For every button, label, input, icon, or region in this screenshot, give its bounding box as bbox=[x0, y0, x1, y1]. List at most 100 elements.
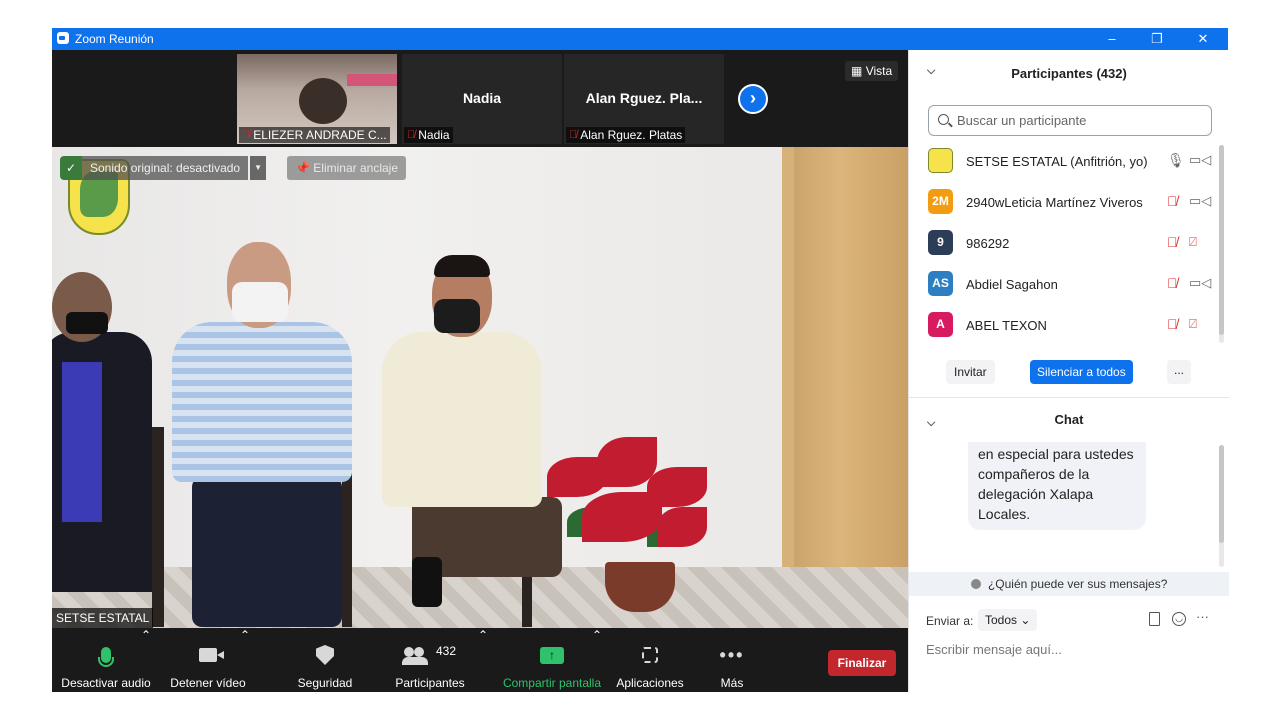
view-button[interactable]: ▦ Vista bbox=[845, 61, 899, 81]
who-can-see-link[interactable]: ¿Quién puede ver sus mensajes? bbox=[909, 572, 1229, 596]
chat-title: Chat bbox=[1054, 412, 1084, 427]
person-left bbox=[52, 272, 162, 622]
chat-message-input[interactable]: Escribir mensaje aquí... bbox=[926, 642, 1062, 657]
camera-icon[interactable]: ▭◁ bbox=[1189, 152, 1211, 168]
who-can-see-label: ¿Quién puede ver sus mensajes? bbox=[987, 577, 1168, 591]
participant-row[interactable]: 9 986292 🎙̸ ⍁ bbox=[909, 223, 1219, 264]
video-tile-alan[interactable]: Alan Rguez. Pla... 🎙̸ Alan Rguez. Platas bbox=[564, 54, 724, 144]
tile-label: 🎙̸ Nadia bbox=[404, 127, 453, 143]
participant-name: 986292 bbox=[966, 236, 1010, 251]
share-options-chevron-icon[interactable]: ⌃ bbox=[592, 628, 602, 692]
muted-mic-icon: 🎙̸ bbox=[242, 129, 251, 141]
mute-audio-button[interactable]: Desactivar audio bbox=[60, 628, 152, 692]
participant-name: ABEL TEXON bbox=[966, 318, 1047, 333]
participant-name: 2940wLeticia Martínez Viveros bbox=[966, 195, 1143, 210]
participant-row[interactable]: 2M 2940wLeticia Martínez Viveros 🎙̸ ▭◁ bbox=[909, 182, 1219, 223]
muted-mic-icon[interactable]: 🎙̸ bbox=[1167, 275, 1178, 291]
end-meeting-button[interactable]: Finalizar bbox=[828, 650, 896, 676]
mute-all-button[interactable]: Silenciar a todos bbox=[1030, 360, 1133, 384]
more-options-button[interactable]: ... bbox=[1167, 360, 1191, 384]
video-tile-eliezer[interactable]: 🎙̸ ELIEZER ANDRADE C... bbox=[237, 54, 397, 144]
video-door bbox=[794, 147, 908, 577]
participants-count: 432 bbox=[435, 644, 457, 658]
search-placeholder: Buscar un participante bbox=[957, 113, 1087, 128]
unpin-button[interactable]: 📌 Eliminar anclaje bbox=[287, 156, 406, 180]
original-sound-label[interactable]: Sonido original: desactivado bbox=[82, 156, 249, 180]
muted-mic-icon: 🎙̸ bbox=[569, 129, 578, 141]
speaker-name-label: SETSE ESTATAL bbox=[52, 608, 154, 628]
pin-icon: 📌 bbox=[295, 161, 310, 175]
avatar: 9 bbox=[928, 230, 953, 255]
tile-name: ELIEZER ANDRADE C... bbox=[253, 128, 387, 142]
participant-video bbox=[299, 78, 347, 124]
participants-options-chevron-icon[interactable]: ⌃ bbox=[478, 628, 488, 692]
active-speaker-video: ✓ Sonido original: desactivado ▼ 📌 Elimi… bbox=[52, 147, 908, 628]
security-button[interactable]: Seguridad bbox=[287, 628, 363, 692]
more-dots-icon[interactable]: ··· bbox=[1196, 609, 1209, 624]
participants-button[interactable]: 432 Participantes bbox=[387, 628, 473, 692]
file-icon[interactable] bbox=[1149, 612, 1160, 626]
participant-row[interactable]: SETSE ESTATAL (Anfitrión, yo) 🎙 ▭◁ bbox=[909, 141, 1219, 182]
tile-name: Alan Rguez. Platas bbox=[580, 128, 683, 142]
share-screen-button[interactable]: ↑ Compartir pantalla bbox=[498, 628, 606, 692]
restore-button[interactable]: ❐ bbox=[1142, 29, 1172, 49]
meeting-area: 🎙̸ ELIEZER ANDRADE C... Nadia 🎙̸ Nadia A… bbox=[52, 50, 908, 692]
more-label: Más bbox=[720, 676, 744, 690]
more-button[interactable]: ••• Más bbox=[706, 628, 758, 692]
send-to-label: Enviar a: bbox=[926, 614, 974, 628]
more-dots-icon: ••• bbox=[719, 644, 745, 665]
search-icon bbox=[938, 114, 949, 125]
chat-header: ⌵ Chat bbox=[909, 402, 1229, 438]
title-bar: Zoom Reunión – ❐ ✕ bbox=[52, 28, 1228, 50]
emoji-icon[interactable]: ◡ bbox=[1172, 612, 1186, 626]
camera-off-icon[interactable]: ⍁ bbox=[1189, 316, 1197, 332]
video-background bbox=[347, 74, 397, 86]
camera-off-icon[interactable]: ⍁ bbox=[1189, 234, 1197, 250]
chat-scrollbar[interactable] bbox=[1219, 445, 1224, 567]
unpin-label: Eliminar anclaje bbox=[313, 161, 398, 175]
participant-actions: Invitar Silenciar a todos ... bbox=[909, 357, 1229, 389]
invite-button[interactable]: Invitar bbox=[946, 360, 995, 384]
chevron-down-icon[interactable]: ▼ bbox=[250, 156, 267, 180]
participant-row[interactable]: AS Abdiel Sagahon 🎙̸ ▭◁ bbox=[909, 264, 1219, 305]
apps-label: Aplicaciones bbox=[616, 676, 684, 690]
window-title: Zoom Reunión bbox=[75, 32, 154, 46]
security-shield-icon: ✓ bbox=[60, 156, 82, 180]
audio-options-chevron-icon[interactable]: ⌃ bbox=[141, 628, 151, 692]
video-options-chevron-icon[interactable]: ⌃ bbox=[240, 628, 250, 692]
minimize-button[interactable]: – bbox=[1097, 29, 1127, 49]
camera-icon bbox=[199, 648, 224, 662]
tile-label: 🎙̸ ELIEZER ANDRADE C... bbox=[239, 127, 390, 143]
participants-scrollbar[interactable] bbox=[1219, 145, 1224, 343]
participant-name: Abdiel Sagahon bbox=[966, 277, 1058, 292]
send-to-dropdown[interactable]: Todos ⌄ bbox=[978, 609, 1038, 631]
apps-button[interactable]: Aplicaciones bbox=[612, 628, 688, 692]
camera-icon[interactable]: ▭◁ bbox=[1189, 275, 1211, 291]
meeting-toolbar: Desactivar audio ⌃ Detener vídeo ⌃ Segur… bbox=[52, 628, 908, 692]
microphone-icon bbox=[98, 647, 114, 667]
person-icon bbox=[970, 579, 981, 589]
next-page-button[interactable]: › bbox=[738, 84, 768, 114]
person-middle bbox=[172, 242, 362, 628]
muted-mic-icon[interactable]: 🎙̸ bbox=[1167, 193, 1178, 209]
participant-row[interactable]: A ABEL TEXON 🎙̸ ⍁ bbox=[909, 305, 1219, 346]
close-button[interactable]: ✕ bbox=[1188, 29, 1218, 49]
tile-label: 🎙̸ Alan Rguez. Platas bbox=[566, 127, 686, 143]
shield-icon bbox=[316, 645, 334, 665]
poinsettia-plant bbox=[527, 437, 727, 617]
zoom-logo-icon bbox=[57, 32, 69, 44]
participant-search-input[interactable]: Buscar un participante bbox=[928, 105, 1212, 136]
tile-name: Nadia bbox=[418, 128, 450, 142]
send-to-value: Todos bbox=[985, 613, 1018, 627]
mic-icon[interactable]: 🎙 bbox=[1167, 152, 1185, 169]
grid-icon: ▦ bbox=[851, 64, 863, 78]
muted-mic-icon[interactable]: 🎙̸ bbox=[1167, 316, 1178, 332]
muted-mic-icon: 🎙̸ bbox=[407, 129, 416, 141]
tile-display-name: Nadia bbox=[462, 90, 502, 106]
muted-mic-icon[interactable]: 🎙̸ bbox=[1167, 234, 1178, 250]
camera-icon[interactable]: ▭◁ bbox=[1189, 193, 1211, 209]
video-tile-nadia[interactable]: Nadia 🎙̸ Nadia bbox=[402, 54, 562, 144]
avatar: 2M bbox=[928, 189, 953, 214]
zoom-window: Zoom Reunión – ❐ ✕ 🎙̸ ELIEZER ANDRADE C.… bbox=[52, 28, 1229, 692]
original-sound-control[interactable]: ✓ Sonido original: desactivado ▼ bbox=[60, 156, 267, 180]
